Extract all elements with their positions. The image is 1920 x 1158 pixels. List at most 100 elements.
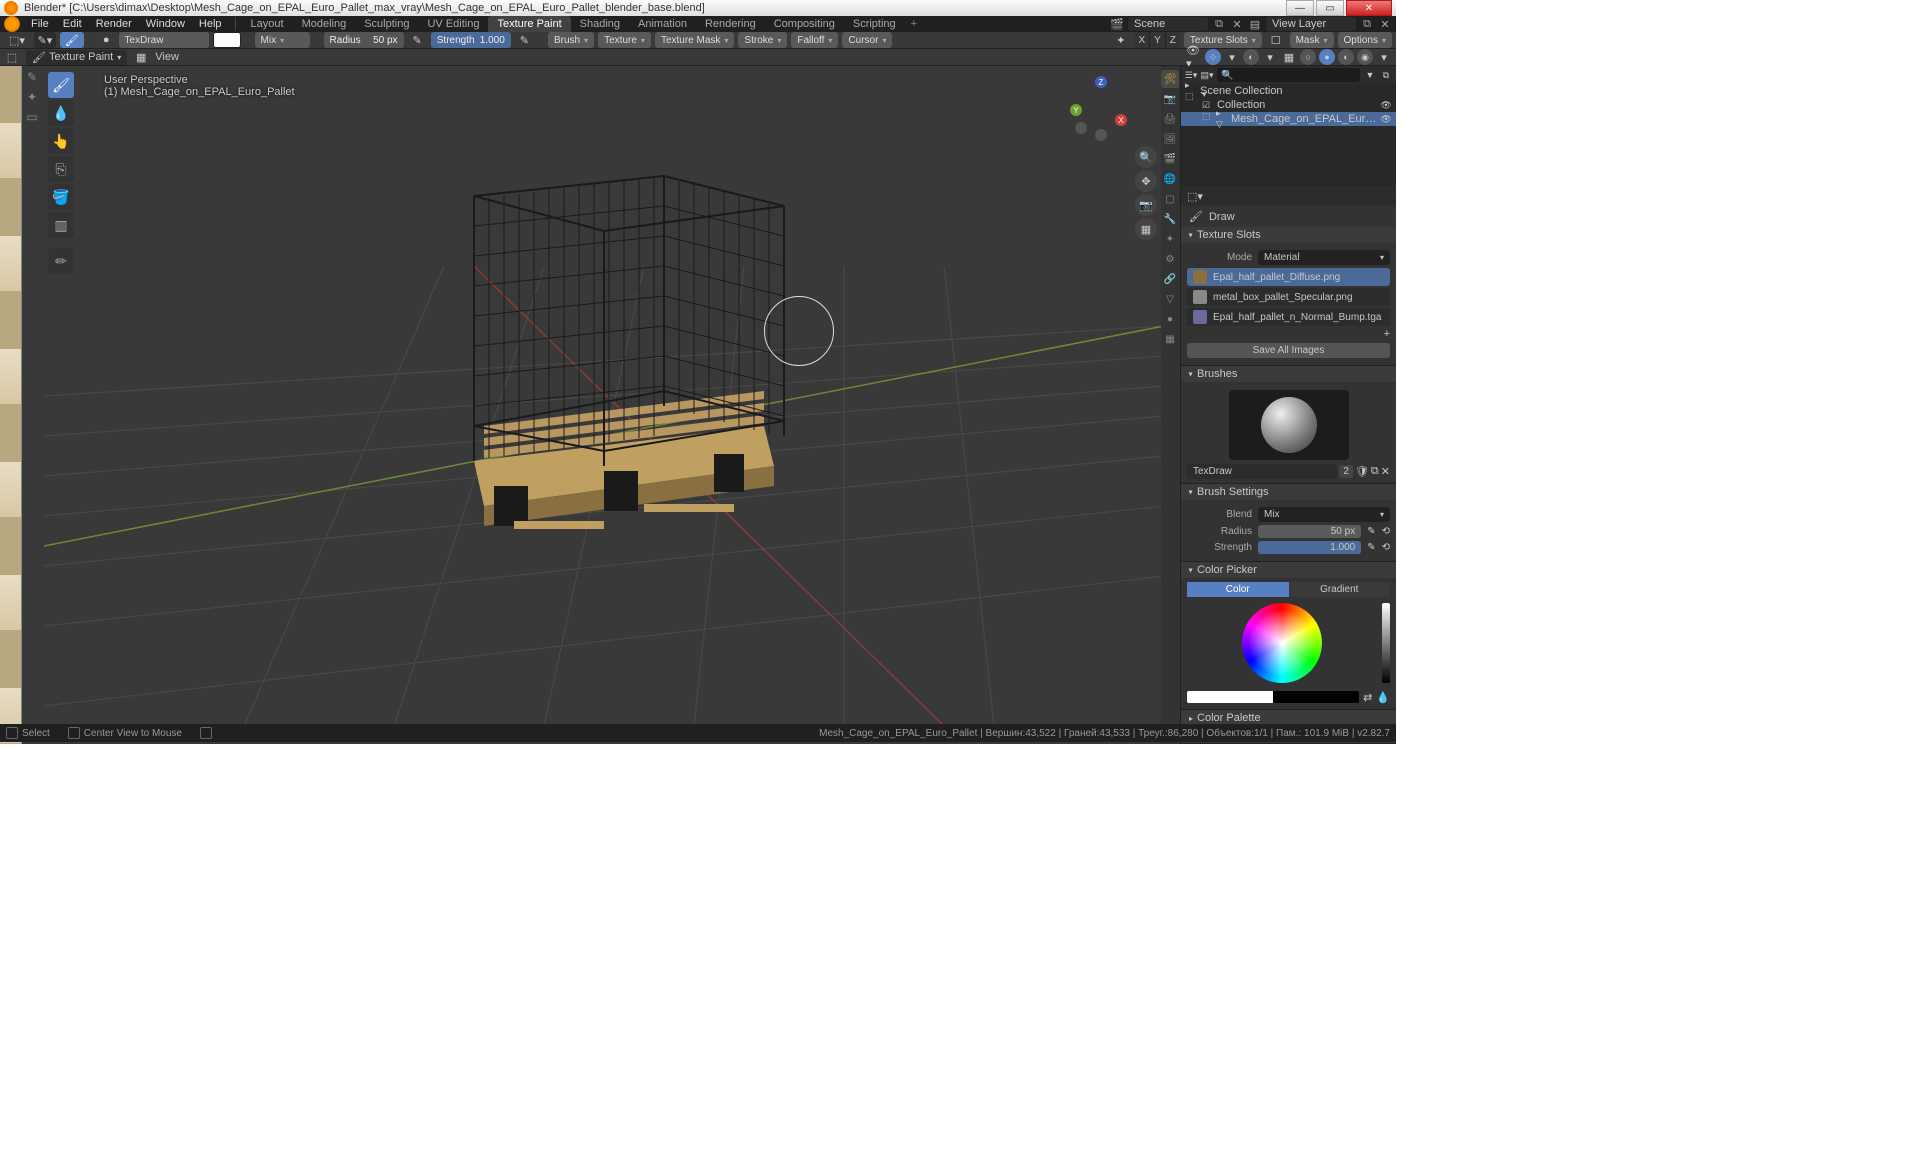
strength-slider[interactable]: Strength 1.000 — [431, 32, 511, 48]
tab-material[interactable]: ● — [1161, 310, 1179, 328]
new-collection-icon[interactable]: ⧉ — [1380, 69, 1392, 81]
blend-mode-dropdown[interactable]: Mix — [255, 32, 310, 48]
scene-name-input[interactable] — [1128, 17, 1208, 31]
visibility-icon[interactable]: 👁 — [1380, 99, 1392, 111]
mirror-icon[interactable]: ✦ — [1111, 32, 1130, 48]
menu-render[interactable]: Render — [89, 18, 139, 30]
shading-menu-icon[interactable]: ▾ — [1376, 49, 1392, 65]
section-texture-slots[interactable]: Texture Slots — [1181, 227, 1396, 243]
radius-unit-icon[interactable]: ⟲ — [1382, 526, 1390, 537]
scene-del-icon[interactable]: ✕ — [1230, 17, 1244, 31]
close-button[interactable]: ✕ — [1346, 0, 1392, 16]
texture-slot-1[interactable]: metal_box_pallet_Specular.png — [1187, 288, 1390, 306]
brush-users[interactable]: 2 — [1339, 465, 1353, 478]
add-slot-icon[interactable]: + — [1384, 328, 1390, 340]
image-editor-strip[interactable] — [0, 66, 22, 744]
tab-mesh[interactable]: ▽ — [1161, 290, 1179, 308]
tab-object[interactable]: ▢ — [1161, 190, 1179, 208]
workspace-modeling[interactable]: Modeling — [293, 16, 356, 32]
strength-pressure-icon[interactable]: ✎ — [515, 32, 534, 48]
mode-dropdown[interactable]: 🖌 Texture Paint — [26, 50, 127, 65]
brush-name-field[interactable]: TexDraw — [119, 32, 209, 48]
editor-icon[interactable]: ⬚ — [4, 49, 20, 65]
tab-constraints[interactable]: 🔗 — [1161, 270, 1179, 288]
select-vis-icon[interactable]: 👁▾ — [1186, 49, 1202, 65]
workspace-texturepaint[interactable]: Texture Paint — [488, 16, 570, 32]
menu-help[interactable]: Help — [192, 18, 229, 30]
add-workspace-button[interactable]: + — [905, 18, 923, 30]
filter-icon[interactable]: ▼ — [1364, 69, 1376, 81]
brush-menu[interactable]: Brush — [548, 32, 594, 48]
workspace-uv[interactable]: UV Editing — [418, 16, 488, 32]
strength-pressure-icon[interactable]: ✎ — [1367, 542, 1375, 553]
brush-preview[interactable] — [1229, 390, 1349, 460]
menu-window[interactable]: Window — [139, 18, 192, 30]
view-menu[interactable]: View — [155, 51, 179, 63]
texture-slot-2[interactable]: Epal_half_pallet_n_Normal_Bump.tga — [1187, 308, 1390, 326]
img-tool-2[interactable]: ✦ — [22, 88, 42, 106]
zoom-icon[interactable]: 🔍 — [1135, 146, 1157, 168]
tab-viewlayer[interactable]: 🖼 — [1161, 130, 1179, 148]
tab-world[interactable]: 🌐 — [1161, 170, 1179, 188]
brush-del-icon[interactable]: ✕ — [1381, 465, 1390, 478]
minimize-button[interactable]: — — [1286, 0, 1314, 16]
scene-new-icon[interactable]: ⧉ — [1212, 17, 1226, 31]
slot-mode-dropdown[interactable]: Material — [1258, 250, 1390, 265]
nav-gizmo[interactable]: X Y Z — [1065, 74, 1135, 144]
symmetry-axes[interactable]: XYZ — [1134, 32, 1179, 48]
blender-logo-icon[interactable] — [4, 16, 20, 32]
strength-field[interactable]: 1.000 — [1258, 541, 1361, 554]
shading-solid-icon[interactable]: ● — [1319, 49, 1335, 65]
falloff-menu[interactable]: Falloff — [791, 32, 838, 48]
value-slider[interactable] — [1382, 603, 1390, 683]
editor-type-button[interactable]: ⬚▾ — [4, 32, 30, 48]
pan-icon[interactable]: ✥ — [1135, 170, 1157, 192]
color-swap-strip[interactable] — [1187, 691, 1359, 703]
3d-viewport[interactable]: 🖌 💧 👆 ⎘ 🪣 ▥ ✏ User Perspective (1) Mesh_… — [44, 66, 1161, 744]
blend-dropdown[interactable]: Mix — [1258, 507, 1390, 522]
section-brush-settings[interactable]: Brush Settings — [1181, 484, 1396, 500]
radius-slider[interactable]: Radius 50 px — [324, 32, 404, 48]
tab-modifiers[interactable]: 🔧 — [1161, 210, 1179, 228]
draw-tool-icon[interactable]: 🖌 — [60, 32, 84, 48]
options-dropdown[interactable]: Options — [1338, 32, 1392, 48]
brush-new-icon[interactable]: ⧉ — [1371, 465, 1379, 478]
swap-colors-icon[interactable]: ⇄ — [1363, 691, 1372, 704]
outliner-display-icon[interactable]: ▤▾ — [1201, 69, 1213, 81]
tab-color[interactable]: Color — [1187, 582, 1289, 597]
eyedropper-icon[interactable]: 💧 — [1376, 691, 1390, 704]
pivot-icon[interactable]: ▦ — [133, 49, 149, 65]
radius-pressure-icon[interactable]: ✎ — [1367, 526, 1375, 537]
tab-physics[interactable]: ⚙ — [1161, 250, 1179, 268]
camera-icon[interactable]: 📷 — [1135, 194, 1157, 216]
mask-checkbox[interactable]: ☐ — [1266, 32, 1286, 48]
menu-edit[interactable]: Edit — [56, 18, 89, 30]
workspace-layout[interactable]: Layout — [242, 16, 293, 32]
radius-pressure-icon[interactable]: ✎ — [408, 32, 427, 48]
maximize-button[interactable]: ▭ — [1316, 0, 1344, 16]
img-tool-1[interactable]: ✎ — [22, 68, 42, 86]
radius-field[interactable]: 50 px — [1258, 525, 1361, 538]
tab-texture[interactable]: ▦ — [1161, 330, 1179, 348]
texture-menu[interactable]: Texture — [598, 32, 651, 48]
stroke-menu[interactable]: Stroke — [738, 32, 787, 48]
tab-scene[interactable]: 🎬 — [1161, 150, 1179, 168]
brush-datablock[interactable]: TexDraw — [1187, 464, 1337, 479]
texture-mask-menu[interactable]: Texture Mask — [655, 32, 734, 48]
color-swatch[interactable] — [213, 32, 241, 48]
mask-dropdown[interactable]: Mask — [1290, 32, 1334, 48]
viewlayer-input[interactable] — [1266, 17, 1356, 31]
brush-select-icon[interactable]: ✎▾ — [34, 32, 56, 48]
gizmo-menu-icon[interactable]: ▾ — [1224, 49, 1240, 65]
fake-user-icon[interactable]: 🛡 — [1355, 465, 1369, 478]
tab-render[interactable]: 📷 — [1161, 90, 1179, 108]
section-color-picker[interactable]: Color Picker — [1181, 562, 1396, 578]
tab-output[interactable]: 🖨 — [1161, 110, 1179, 128]
overlay-toggle[interactable]: ◐ — [1243, 49, 1259, 65]
workspace-compositing[interactable]: Compositing — [765, 16, 844, 32]
workspace-shading[interactable]: Shading — [571, 16, 629, 32]
brush-thumb-icon[interactable]: ● — [98, 32, 115, 48]
cursor-menu[interactable]: Cursor — [842, 32, 892, 48]
props-type-icon[interactable]: ⬚▾ — [1187, 190, 1203, 203]
scene-icon[interactable]: 🎬 — [1110, 17, 1124, 31]
